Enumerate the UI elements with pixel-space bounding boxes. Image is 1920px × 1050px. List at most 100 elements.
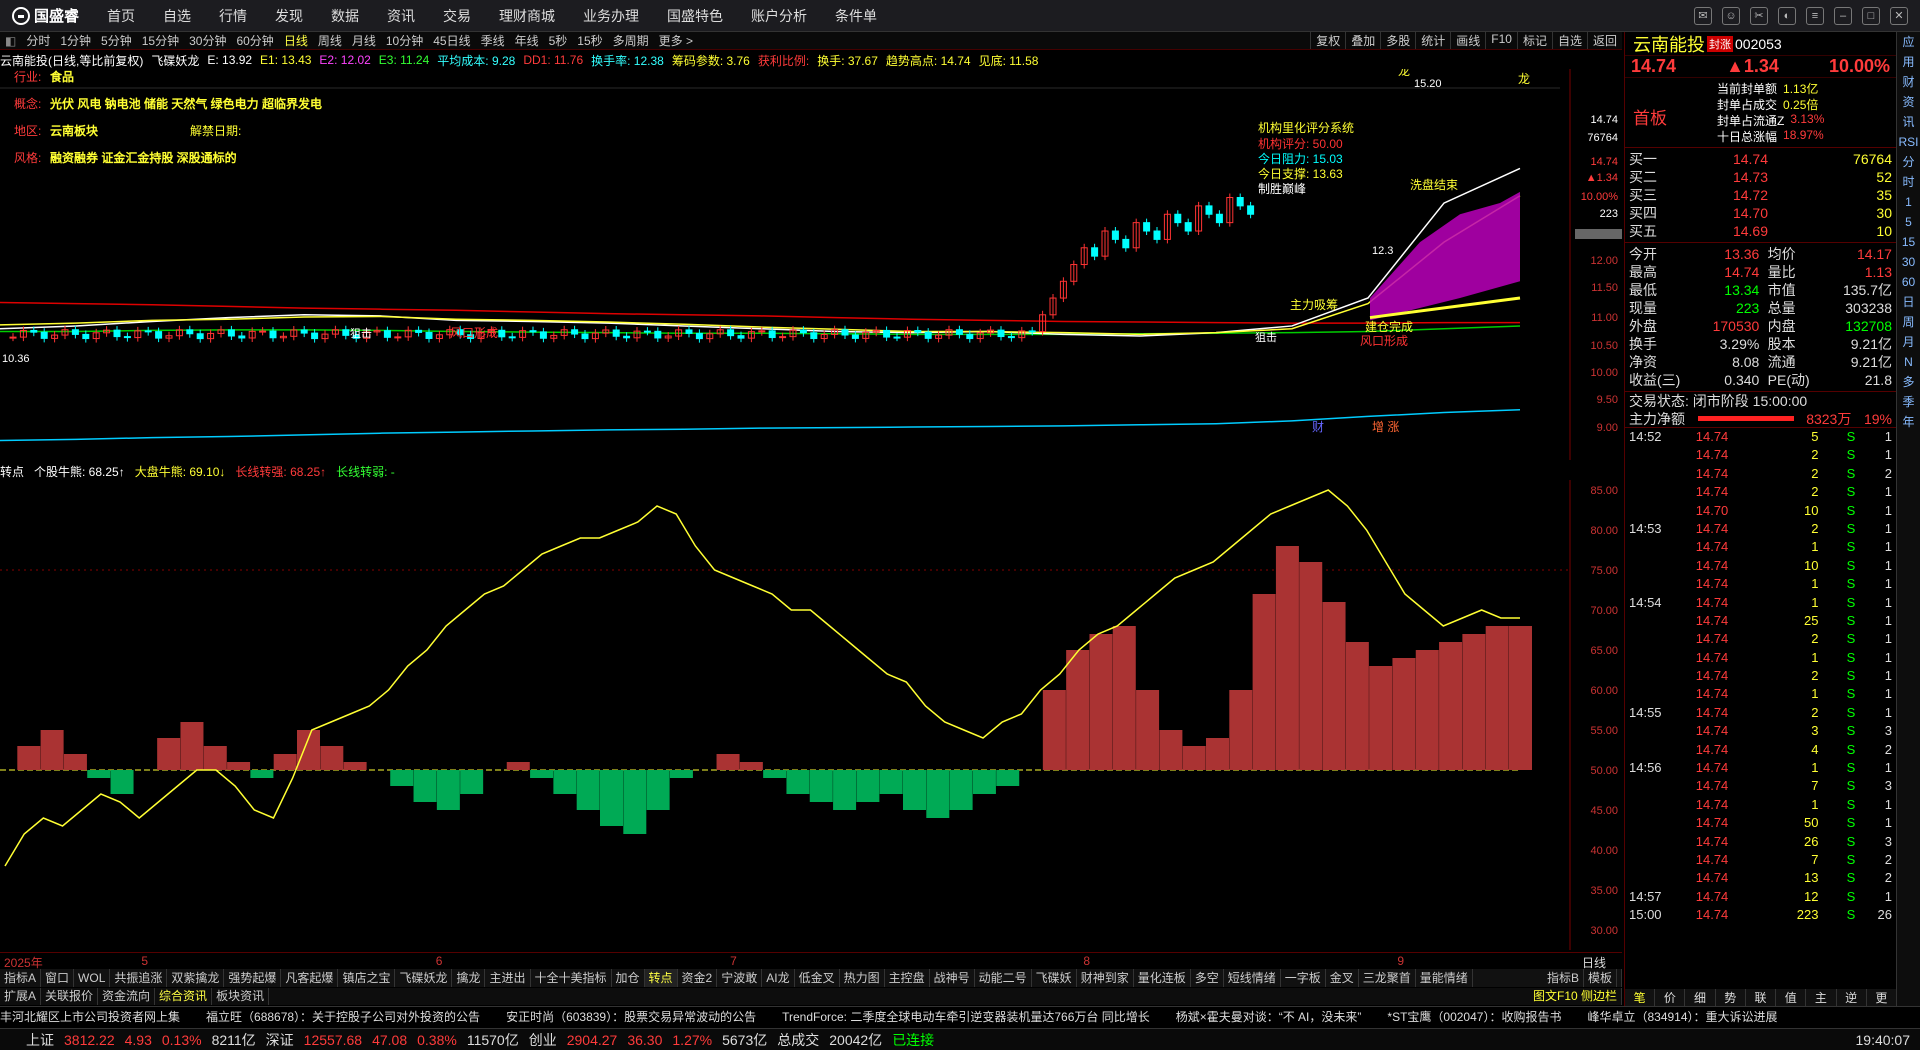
nav-item-7[interactable]: 理财商城	[485, 6, 569, 26]
indicator-tab-7[interactable]: 镇店之宝	[338, 969, 396, 987]
indicator-tab-18[interactable]: 热力图	[840, 969, 885, 987]
period-2[interactable]: 5分钟	[96, 32, 137, 49]
indicator-tab-25[interactable]: 多空	[1191, 969, 1224, 987]
quote-tab-6[interactable]: 主	[1806, 989, 1837, 1006]
side-icon-8[interactable]: 1	[1897, 192, 1920, 212]
side-icon-0[interactable]: 应	[1897, 32, 1920, 52]
indicator-tab-30[interactable]: 量能情绪	[1416, 969, 1473, 987]
quote-tab-5[interactable]: 值	[1776, 989, 1807, 1006]
nav-item-4[interactable]: 数据	[317, 6, 373, 26]
quote-tab-1[interactable]: 价	[1655, 989, 1686, 1006]
period-1[interactable]: 1分钟	[55, 32, 96, 49]
indicator-tab-19[interactable]: 主控盘	[885, 969, 930, 987]
user-icon[interactable]: ☺	[1722, 6, 1740, 25]
nav-item-3[interactable]: 发现	[261, 6, 317, 26]
nav-item-9[interactable]: 国盛特色	[653, 6, 737, 26]
indicator-right-tab-1[interactable]: 模板	[1584, 969, 1617, 987]
indicator-tab-9[interactable]: 擒龙	[452, 969, 486, 987]
f10-sidebar-tab[interactable]: 图文F10 侧边栏	[1529, 988, 1622, 1005]
candlestick-chart[interactable]: 行业: 食品概念: 光伏 风电 钠电池 储能 天然气 绿色电力 超临界发电地区: 云南…	[0, 69, 1622, 460]
nav-item-6[interactable]: 交易	[429, 6, 485, 26]
period-4[interactable]: 30分钟	[184, 32, 231, 49]
news-item-1[interactable]: 福立旺（688678）：关于控股子公司对外投资的公告	[206, 1010, 480, 1024]
indicator-tab-28[interactable]: 金叉	[1326, 969, 1359, 987]
indicator-tab-8[interactable]: 飞碟妖龙	[395, 969, 453, 987]
news-item-6[interactable]: 峰华卓立（834914）：重大诉讼进展	[1587, 1010, 1777, 1024]
indicator-tab-3[interactable]: 共振追涨	[110, 969, 168, 987]
period-14[interactable]: 15秒	[572, 32, 607, 49]
indicator-tab-26[interactable]: 短线情绪	[1224, 969, 1281, 987]
side-icon-4[interactable]: 讯	[1897, 112, 1920, 132]
indicator-tab-21[interactable]: 动能二号	[975, 969, 1032, 987]
ext-tab-2[interactable]: 资金流向	[98, 988, 156, 1005]
indicator-tab-4[interactable]: 双紫擒龙	[167, 969, 225, 987]
indicator-tab-1[interactable]: 窗口	[41, 969, 75, 987]
nav-item-8[interactable]: 业务办理	[569, 6, 653, 26]
indicator-tab-10[interactable]: 主进出	[485, 969, 531, 987]
period-16[interactable]: 更多 >	[654, 32, 698, 49]
indicator-tab-14[interactable]: 资金2	[678, 969, 718, 987]
side-icon-12[interactable]: 60	[1897, 272, 1920, 292]
period-15[interactable]: 多周期	[608, 32, 654, 49]
indicator-tab-15[interactable]: 宁波敢	[717, 969, 763, 987]
indicator-tab-0[interactable]: 指标A	[0, 969, 42, 987]
side-icon-14[interactable]: 周	[1897, 312, 1920, 332]
tool-2[interactable]: 多股	[1380, 32, 1415, 49]
tool-8[interactable]: 返回	[1586, 32, 1622, 49]
minimize-icon[interactable]: –	[1834, 6, 1852, 25]
indicator-tab-27[interactable]: 一字板	[1281, 969, 1326, 987]
panel-toggle-icon[interactable]: ◧	[0, 34, 21, 48]
sh-index-label[interactable]: 上证	[0, 1030, 54, 1050]
menu-icon[interactable]: ≡	[1806, 6, 1824, 25]
side-icon-3[interactable]: 资	[1897, 92, 1920, 112]
side-icon-17[interactable]: 多	[1897, 372, 1920, 392]
side-icon-9[interactable]: 5	[1897, 212, 1920, 232]
maximize-icon[interactable]: □	[1862, 6, 1880, 25]
side-icon-15[interactable]: 月	[1897, 332, 1920, 352]
side-icon-10[interactable]: 15	[1897, 232, 1920, 252]
ext-tab-1[interactable]: 关联报价	[41, 988, 99, 1005]
indicator-tab-5[interactable]: 强势起爆	[224, 969, 282, 987]
ext-tab-3[interactable]: 综合资讯	[155, 988, 213, 1005]
skin-icon[interactable]: ◐	[1778, 6, 1796, 25]
indicator-right-tab-0[interactable]: 指标B	[1543, 969, 1584, 987]
ext-tab-0[interactable]: 扩展A	[0, 988, 42, 1005]
period-5[interactable]: 60分钟	[231, 32, 278, 49]
nav-item-1[interactable]: 自选	[149, 6, 205, 26]
news-item-0[interactable]: 丰河北耀区上市公司投资者网上集	[0, 1010, 180, 1024]
period-10[interactable]: 45日线	[428, 32, 475, 49]
side-icon-11[interactable]: 30	[1897, 252, 1920, 272]
news-item-3[interactable]: TrendForce: 二季度全球电动车牵引逆变器装机量达766万台 同比增长	[782, 1010, 1150, 1024]
news-ticker[interactable]: 丰河北耀区上市公司投资者网上集 福立旺（688678）：关于控股子公司对外投资的公…	[0, 1006, 1920, 1027]
period-9[interactable]: 10分钟	[381, 32, 428, 49]
quote-tab-7[interactable]: 逆	[1837, 989, 1867, 1006]
side-icon-19[interactable]: 年	[1897, 412, 1920, 432]
indicator-tab-17[interactable]: 低金叉	[795, 969, 840, 987]
period-11[interactable]: 季线	[476, 32, 510, 49]
indicator-tab-29[interactable]: 三龙聚首	[1359, 969, 1416, 987]
side-icon-13[interactable]: 日	[1897, 292, 1920, 312]
news-item-5[interactable]: *ST宝鹰（002047）：收购报告书	[1387, 1010, 1561, 1024]
indicator-tab-24[interactable]: 量化连板	[1134, 969, 1191, 987]
indicator-tab-20[interactable]: 战神号	[930, 969, 975, 987]
indicator-tab-2[interactable]: WOL	[74, 969, 111, 987]
nav-item-2[interactable]: 行情	[205, 6, 261, 26]
tool-1[interactable]: 叠加	[1345, 32, 1380, 49]
tool-3[interactable]: 统计	[1415, 32, 1450, 49]
period-8[interactable]: 月线	[347, 32, 381, 49]
close-icon[interactable]: ✕	[1890, 6, 1908, 25]
period-12[interactable]: 年线	[510, 32, 544, 49]
cy-index-label[interactable]: 创业	[529, 1030, 557, 1050]
quote-tab-2[interactable]: 细	[1685, 989, 1716, 1006]
period-7[interactable]: 周线	[313, 32, 347, 49]
nav-item-0[interactable]: 首页	[93, 6, 149, 26]
side-icon-5[interactable]: RSI	[1897, 132, 1920, 152]
nav-item-5[interactable]: 资讯	[373, 6, 429, 26]
sz-index-label[interactable]: 深证	[266, 1030, 294, 1050]
side-icon-7[interactable]: 时	[1897, 172, 1920, 192]
tool-6[interactable]: 标记	[1516, 32, 1552, 49]
indicator-tab-12[interactable]: 加仓	[612, 969, 645, 987]
period-6[interactable]: 日线	[279, 32, 313, 49]
period-13[interactable]: 5秒	[544, 32, 573, 49]
period-3[interactable]: 15分钟	[137, 32, 184, 49]
